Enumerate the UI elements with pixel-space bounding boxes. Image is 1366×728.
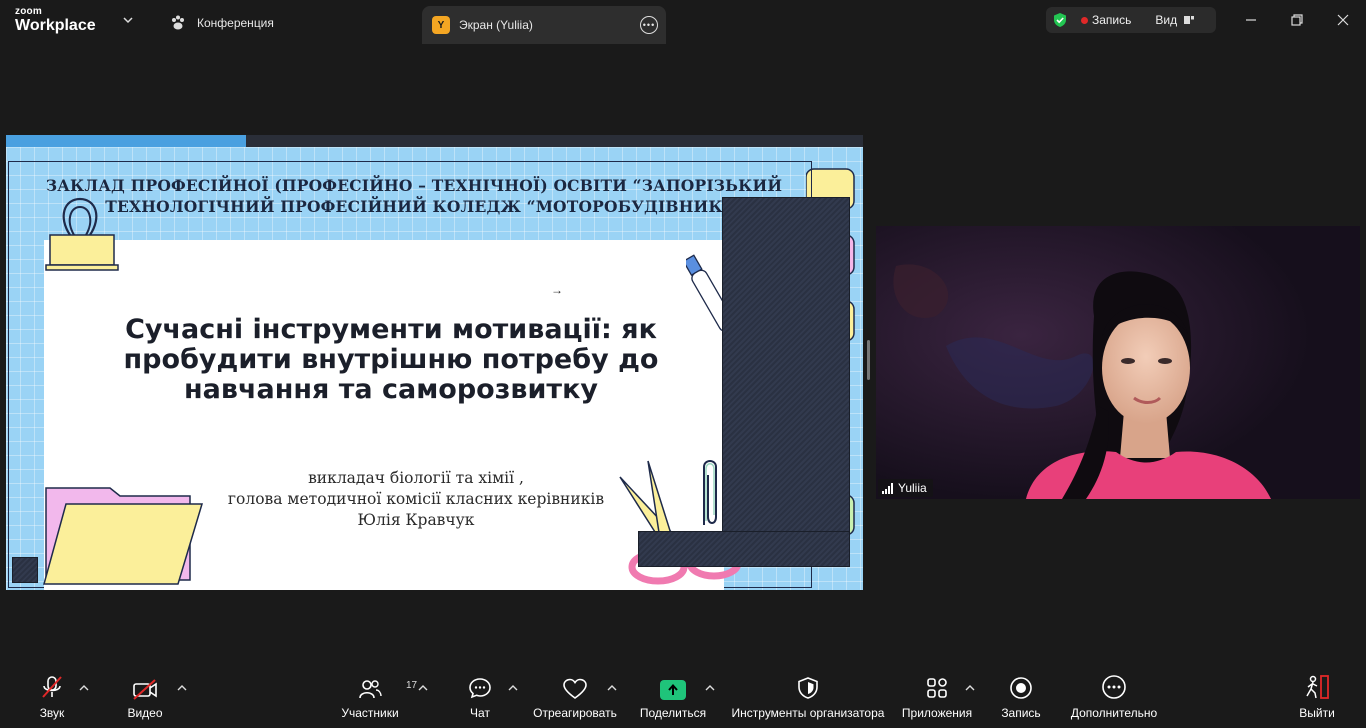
shield-check-icon[interactable] [1053, 12, 1067, 28]
leave-button[interactable]: Выйти [1296, 668, 1338, 728]
host-tools-label: Инструменты организатора [731, 706, 885, 720]
folder-icon [43, 487, 204, 585]
paperclip-icon [703, 460, 717, 525]
subtitle-line: Юлія Кравчук [357, 511, 475, 529]
subtitle-line: голова методичної комісії класних керівн… [227, 490, 605, 508]
video-button[interactable]: Видео [124, 668, 166, 728]
more-options-icon[interactable]: ••• [640, 16, 658, 34]
share-top-dark-strip [246, 135, 863, 147]
react-label: Отреагировать [533, 706, 617, 720]
recording-dot-icon [1081, 16, 1088, 24]
title-bar: zoom Workplace Конференция Y Экран (Yuli… [0, 0, 1366, 44]
record-button[interactable]: Запись [998, 668, 1044, 728]
chevron-down-icon[interactable] [122, 14, 134, 26]
tab-conference[interactable]: Конференция [170, 13, 274, 33]
microphone-muted-icon [42, 676, 62, 698]
slide-dark-overlay [722, 197, 850, 567]
slide-dark-overlay-bottom [638, 531, 850, 567]
logo-brand-bottom: Workplace [15, 17, 96, 34]
slide-header: ЗАКЛАД ПРОФЕСІЙНОЇ (ПРОФЕСІЙНО – ТЕХНІЧН… [45, 176, 783, 216]
zoom-workplace-logo[interactable]: zoom Workplace [15, 7, 96, 34]
tab-screen-label: Экран (Yuliia) [459, 18, 533, 32]
slide-dark-square [12, 557, 38, 583]
view-label[interactable]: Вид [1155, 13, 1177, 27]
chat-button[interactable]: Чат [464, 668, 496, 728]
react-options-caret-icon[interactable] [607, 684, 617, 692]
record-icon [1010, 677, 1032, 699]
participant-name: Yuliia [898, 481, 927, 495]
heart-icon [563, 678, 587, 699]
audio-label: Звук [39, 706, 65, 720]
meeting-status-bar: Запись Вид [1046, 7, 1216, 33]
more-dots-icon [1102, 675, 1126, 699]
video-options-caret-icon[interactable] [177, 684, 187, 692]
participant-video[interactable]: Yuliia [876, 226, 1360, 499]
tab-conference-label: Конференция [197, 16, 274, 30]
share-label: Поделиться [639, 706, 707, 720]
logo-brand-top: zoom [15, 6, 42, 17]
chat-label: Чат [470, 706, 490, 720]
pointer-cursor-icon: → [551, 283, 563, 297]
chat-options-caret-icon[interactable] [508, 684, 518, 692]
panel-splitter-handle[interactable] [867, 340, 870, 380]
participants-label: Участники [341, 706, 399, 720]
host-shield-icon [798, 677, 818, 699]
audio-button[interactable]: Звук [32, 668, 72, 728]
video-label: Видео [127, 706, 163, 720]
record-label: Запись [1001, 706, 1041, 720]
chat-icon [469, 678, 491, 699]
participants-button[interactable]: 17 Участники [338, 668, 417, 728]
recording-label[interactable]: Запись [1092, 13, 1131, 27]
share-arrow-icon [660, 680, 686, 700]
signal-strength-icon [882, 482, 893, 494]
camera-off-icon [133, 679, 157, 700]
more-label: Дополнительно [1070, 706, 1158, 720]
tab-screen-share[interactable]: Y Экран (Yuliia) ••• [422, 6, 666, 44]
apps-label: Приложения [901, 706, 973, 720]
apps-button[interactable]: Приложения [900, 668, 974, 728]
paw-icon [172, 15, 184, 30]
shared-screen[interactable]: ЗАКЛАД ПРОФЕСІЙНОЇ (ПРОФЕСІЙНО – ТЕХНІЧН… [6, 135, 863, 590]
minimize-icon[interactable] [1241, 10, 1261, 30]
more-button[interactable]: Дополнительно [1068, 668, 1160, 728]
restore-icon[interactable] [1287, 10, 1307, 30]
subtitle-line: викладач біології та хімії , [308, 469, 524, 487]
leave-meeting-icon [1306, 675, 1329, 699]
slide-subtitle: викладач біології та хімії , голова мето… [156, 468, 676, 531]
binder-clip-icon [45, 197, 119, 271]
share-screen-button[interactable]: Поделиться [638, 668, 708, 728]
react-button[interactable]: Отреагировать [530, 668, 620, 728]
participants-count: 17 [406, 680, 418, 691]
participant-video-frame [876, 226, 1360, 499]
apps-icon [927, 678, 947, 698]
host-tools-button[interactable]: Инструменты организатора [728, 668, 888, 728]
leave-label: Выйти [1299, 706, 1335, 720]
share-top-strip [6, 135, 246, 147]
close-icon[interactable] [1333, 10, 1353, 30]
view-layout-icon[interactable] [1183, 14, 1195, 26]
participant-name-tag: Yuliia [878, 479, 933, 497]
participants-icon [359, 680, 382, 699]
slide-title: Сучасні інструменти мотивації: як пробуд… [123, 314, 659, 405]
share-options-caret-icon[interactable] [705, 684, 715, 692]
participants-options-caret-icon[interactable] [418, 684, 428, 692]
apps-options-caret-icon[interactable] [965, 684, 975, 692]
avatar: Y [432, 16, 450, 34]
audio-options-caret-icon[interactable] [79, 684, 89, 692]
meeting-toolbar: Звук Видео 17 Участники Чат Отреагироват… [0, 668, 1366, 728]
